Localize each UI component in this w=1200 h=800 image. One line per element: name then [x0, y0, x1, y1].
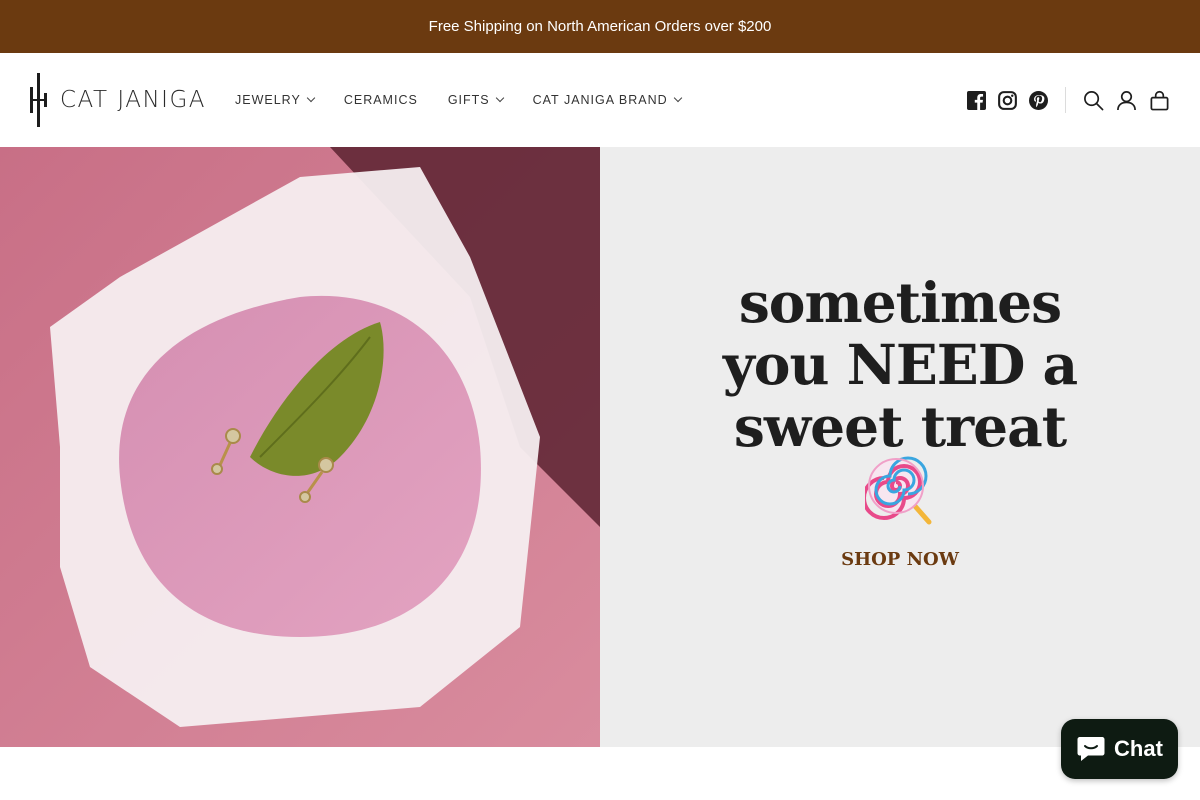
brand-name: CAT JANIGA: [60, 87, 207, 113]
hero-photo-illustration: [0, 147, 600, 747]
chevron-down-icon: [495, 93, 504, 103]
shop-now-link[interactable]: SHOP NOW: [600, 549, 1200, 570]
account-icon[interactable]: [1115, 89, 1137, 111]
nav-item-gifts[interactable]: GIFTS: [447, 93, 504, 107]
headline-line: sweet treat: [733, 394, 1067, 459]
hero-text-panel: sometimes you NEED a sweet treat SHOP NO…: [600, 147, 1200, 747]
nav-item-jewelry[interactable]: JEWELRY: [235, 93, 316, 107]
cart-icon[interactable]: [1148, 89, 1170, 111]
nav-item-ceramics[interactable]: CERAMICS: [344, 93, 418, 107]
nav-item-label: GIFTS: [447, 93, 490, 107]
nav-item-label: CAT JANIGA BRAND: [532, 93, 668, 107]
headline-line: you NEED a: [722, 332, 1078, 397]
pinterest-icon[interactable]: [1028, 90, 1048, 110]
chevron-down-icon: [673, 93, 682, 103]
nav-item-cat-janiga-brand[interactable]: CAT JANIGA BRAND: [532, 93, 682, 107]
search-icon[interactable]: [1082, 89, 1104, 111]
hero-image[interactable]: [0, 147, 600, 747]
chat-bubble-icon: [1077, 737, 1105, 761]
facebook-icon[interactable]: [966, 90, 986, 110]
chevron-down-icon: [306, 93, 316, 103]
announcement-bar: Free Shipping on North American Orders o…: [0, 0, 1200, 53]
social-links: [966, 90, 1059, 110]
chat-button[interactable]: Chat: [1061, 719, 1178, 779]
header-divider: [1065, 87, 1066, 113]
logo-mark-icon: [30, 73, 48, 127]
site-header: CAT JANIGA JEWELRY CERAMICS GIFTS CAT JA…: [0, 53, 1200, 147]
brand-logo[interactable]: CAT JANIGA: [30, 73, 206, 127]
announcement-text: Free Shipping on North American Orders o…: [428, 18, 772, 35]
lollipop-icon: [862, 455, 935, 525]
instagram-icon[interactable]: [997, 90, 1017, 110]
hero-headline: sometimes you NEED a sweet treat: [600, 272, 1200, 458]
nav-item-label: CERAMICS: [343, 93, 418, 107]
nav-item-label: JEWELRY: [235, 93, 301, 107]
chat-label: Chat: [1114, 736, 1163, 761]
headline-line: sometimes: [738, 270, 1062, 335]
main-nav: JEWELRY CERAMICS GIFTS CAT JANIGA BRAND: [235, 53, 711, 147]
header-tools: [1082, 89, 1181, 111]
